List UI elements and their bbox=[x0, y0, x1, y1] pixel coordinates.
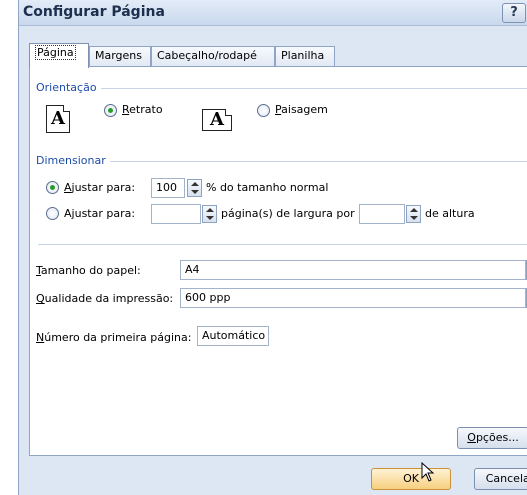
page-setup-dialog: Configurar Página ? Página Margens Cabeç… bbox=[18, 0, 527, 495]
adjust-to-spinner[interactable] bbox=[187, 179, 202, 197]
first-page-number-input[interactable]: Automático bbox=[197, 326, 269, 346]
portrait-radio[interactable] bbox=[104, 104, 117, 117]
tab-margens[interactable]: Margens bbox=[89, 46, 151, 66]
print-quality-select[interactable]: 600 ppp bbox=[180, 288, 526, 308]
fit-to-wide-suffix: página(s) de largura por bbox=[221, 207, 355, 220]
options-button[interactable]: Opções... bbox=[457, 427, 527, 449]
tab-pagina-label: Página bbox=[35, 45, 76, 60]
landscape-radio[interactable] bbox=[257, 104, 270, 117]
cancel-button[interactable]: Cancelar bbox=[474, 468, 527, 490]
scaling-group-label: Dimensionar bbox=[36, 154, 110, 167]
fit-to-tall-spinner[interactable] bbox=[406, 205, 421, 223]
ok-button[interactable]: OK bbox=[371, 468, 451, 490]
orientation-group-label: Orientação bbox=[36, 81, 101, 94]
help-button[interactable]: ? bbox=[502, 3, 526, 23]
fit-to-radio[interactable] bbox=[46, 207, 59, 220]
landscape-page-icon: A bbox=[202, 109, 232, 131]
separator-line bbox=[38, 244, 527, 245]
first-page-number-label: Número da primeira página: bbox=[36, 331, 192, 344]
scaling-group-line bbox=[38, 161, 527, 162]
adjust-to-percent-input[interactable]: 100 bbox=[151, 178, 185, 198]
paper-size-select[interactable]: A4 bbox=[180, 260, 526, 280]
orientation-group-line bbox=[38, 88, 527, 89]
adjust-to-radio[interactable] bbox=[46, 181, 59, 194]
fit-to-tall-input[interactable] bbox=[359, 204, 405, 224]
portrait-label[interactable]: Retrato bbox=[122, 103, 163, 116]
tab-panel-pagina: Orientação A Retrato A Paisagem Dimensio… bbox=[29, 66, 527, 456]
title-bar: Configurar Página ? bbox=[19, 0, 527, 26]
portrait-page-icon: A bbox=[46, 105, 70, 133]
fit-to-tall-suffix: de altura bbox=[425, 207, 475, 220]
tab-planilha[interactable]: Planilha bbox=[275, 46, 335, 66]
paper-size-label: Tamanho do papel: bbox=[36, 264, 141, 277]
dialog-title: Configurar Página bbox=[23, 4, 165, 20]
tab-pagina[interactable]: Página bbox=[29, 43, 89, 68]
fit-to-label[interactable]: Ajustar para: bbox=[64, 207, 135, 220]
print-quality-label: Qualidade da impressão: bbox=[36, 292, 174, 305]
mouse-pointer-icon bbox=[421, 462, 435, 482]
fit-to-wide-input[interactable] bbox=[151, 204, 201, 224]
landscape-label[interactable]: Paisagem bbox=[275, 103, 328, 116]
tab-cabecalho-rodape[interactable]: Cabeçalho/rodapé bbox=[151, 46, 275, 66]
adjust-to-suffix: % do tamanho normal bbox=[206, 181, 329, 194]
adjust-to-label[interactable]: Ajustar para: bbox=[64, 181, 135, 194]
fit-to-wide-spinner[interactable] bbox=[202, 205, 217, 223]
